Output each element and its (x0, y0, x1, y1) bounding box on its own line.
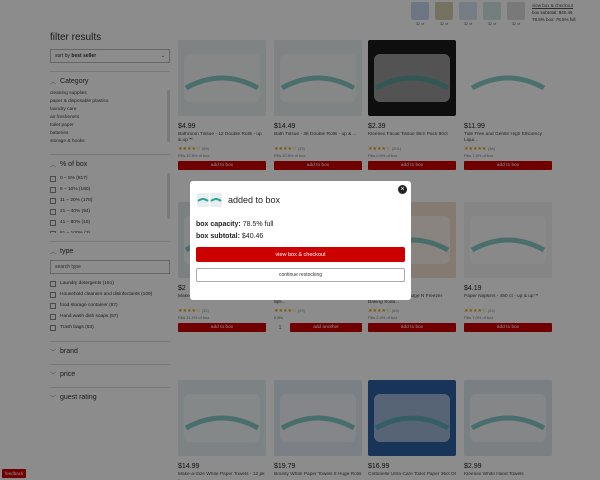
product-thumbnail (196, 191, 224, 209)
capacity-value: 78.5% full (242, 221, 274, 228)
subtotal-label: box subtotal: (196, 233, 240, 240)
modal-header: added to box (196, 191, 405, 209)
modal-title: added to box (228, 195, 281, 205)
added-to-box-modal: × added to box box capacity: 78.5% full … (190, 181, 411, 300)
capacity-label: box capacity: (196, 221, 241, 228)
subtotal-value: $40.46 (241, 233, 264, 240)
close-icon[interactable]: × (398, 185, 407, 194)
modal-info: box capacity: 78.5% full box subtotal: $… (196, 219, 405, 243)
view-box-checkout-button[interactable]: view box & checkout (196, 247, 405, 262)
continue-restocking-button[interactable]: continue restocking (196, 268, 405, 282)
